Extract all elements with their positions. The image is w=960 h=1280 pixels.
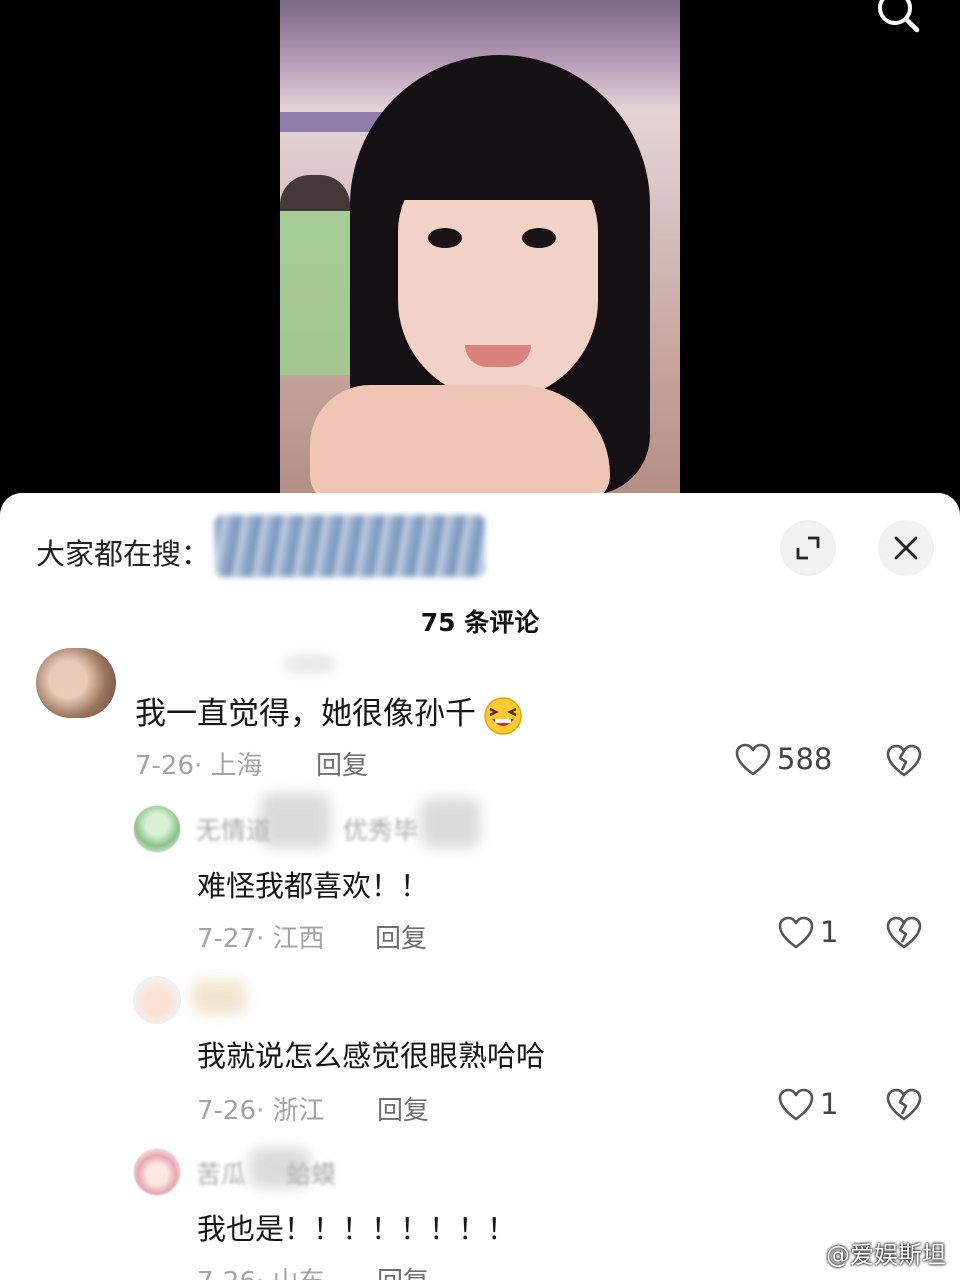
redaction-smudge [250,1148,310,1188]
reply-meta: 7-27· 江西 [197,924,325,954]
reply-button[interactable]: 回复 [316,745,368,782]
like-count: 1 [820,915,839,949]
dislike-button[interactable] [886,916,922,953]
reply-button[interactable]: 回复 [377,1261,429,1280]
reply-text: 我也是！！！！！！！！ [197,1212,517,1246]
expand-button[interactable] [780,520,836,576]
redaction-smudge [260,793,330,848]
like-count: 588 [777,742,833,776]
comment-text: 我一直觉得，她很像孙千 [135,688,524,735]
comment-text-content: 我一直觉得，她很像孙千 [135,696,476,732]
expand-icon [796,536,820,560]
heart-outline-icon [735,743,771,775]
reply-username: 苦瓜 [196,1160,247,1189]
reply-date: 7-27 [197,924,257,954]
reply-date: 7-26 [197,1267,256,1280]
reply-text: 难怪我都喜欢！！ [197,869,430,903]
broken-heart-icon [886,744,922,777]
reply-text: 我就说怎么感觉很眼熟哈哈 [197,1039,546,1073]
heart-outline-icon [778,1088,814,1120]
reply-meta: 7-26· 山东 [197,1261,325,1280]
like-button[interactable]: 588 [735,742,832,776]
background-person [280,175,350,375]
person-hand [310,385,610,495]
video-frame-photo [280,0,680,495]
reply-location: 江西 [272,924,325,954]
comment-meta: 7-26· 上海 [135,751,263,781]
person-eye-left [428,228,462,248]
reply-username-extra: 优秀毕 [343,816,419,845]
redaction-smudge [420,798,480,848]
like-button[interactable]: 1 [778,915,838,949]
heart-outline-icon [778,916,814,948]
comment-count-suffix: 条评论 [464,608,540,637]
hot-search-label: 大家都在搜： [36,537,211,571]
reply-location: 浙江 [272,1096,325,1126]
close-icon [894,536,918,560]
reply-date: 7-26 [197,1096,257,1126]
search-icon[interactable] [876,0,922,34]
comment-location: 上海 [210,751,263,781]
like-count: 1 [820,1087,839,1121]
avatar[interactable] [133,805,181,853]
comment-sheet: 大家都在搜： 75 条评论 我一直觉得，她很像孙千 7-26· 上海 回复 58… [0,493,960,1280]
broken-heart-icon [886,1088,922,1121]
like-button[interactable]: 1 [778,1087,838,1121]
username-redacted[interactable]: 苦瓜 [196,1155,246,1191]
avatar[interactable] [36,648,116,718]
reply-button[interactable]: 回复 [375,918,427,955]
broken-heart-icon [886,916,922,949]
username-redacted: 优秀毕 [343,811,418,847]
reply-button[interactable]: 回复 [377,1090,429,1127]
comment-date: 7-26 [135,751,195,781]
username-redacted [285,658,335,670]
comment-count-number: 75 [420,608,456,637]
grinning-squint-emoji [484,696,522,735]
watermark: @爱娱斯坦 [826,1241,946,1269]
close-button[interactable] [878,520,934,576]
dislike-button[interactable] [886,744,922,781]
avatar[interactable] [133,1148,181,1196]
reply-location: 山东 [273,1267,325,1280]
person-eye-right [522,228,556,248]
reply-meta: 7-26· 浙江 [197,1096,325,1126]
username-redacted[interactable] [192,979,247,1015]
avatar[interactable] [133,976,181,1024]
comment-count: 75 条评论 [0,603,960,639]
dislike-button[interactable] [886,1088,922,1125]
video-player[interactable] [0,0,960,520]
hot-search-term-redacted[interactable] [215,515,485,577]
